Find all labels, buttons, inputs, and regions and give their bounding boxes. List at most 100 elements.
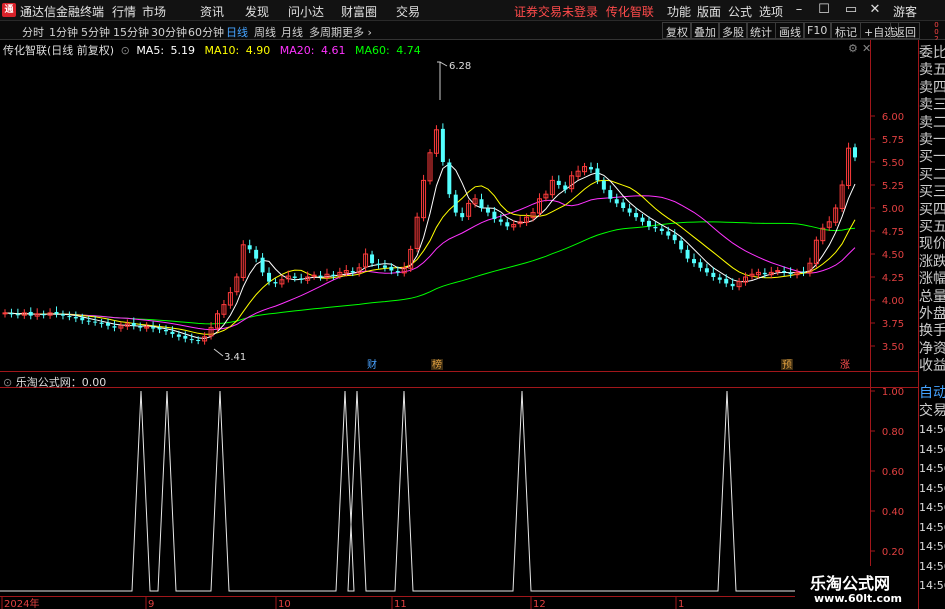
ma20-line: [4, 195, 856, 331]
candle-body: [73, 317, 78, 319]
chart-title: 传化智联(日线 前复权): [3, 44, 115, 57]
price-tick-label: 5.75: [882, 135, 904, 146]
candle-body: [331, 274, 336, 277]
ma20-path: [4, 195, 856, 331]
candle-body: [376, 263, 381, 266]
candle-body: [640, 217, 645, 222]
candle-body: [247, 245, 252, 250]
quote-label: 卖四: [919, 79, 945, 96]
quote-label: 现价: [919, 236, 945, 253]
price-tick-label: 4.50: [882, 250, 904, 261]
candle-body: [788, 272, 793, 275]
ma60-path: [4, 221, 856, 325]
candle-body: [447, 162, 452, 195]
marker-limit-up[interactable]: 涨: [840, 359, 850, 371]
candle-body: [595, 168, 600, 181]
candle-body: [9, 313, 14, 315]
date-tick-label: 1: [678, 599, 684, 609]
candle-body: [498, 219, 503, 222]
price-tick-label: 4.25: [882, 273, 904, 284]
candle-body: [634, 213, 639, 218]
candle-body: [653, 226, 658, 229]
candle-body: [54, 311, 59, 314]
candle-body: [267, 272, 272, 282]
candle-body: [395, 271, 400, 273]
quote-label: 卖一: [919, 132, 945, 148]
tick-time: 14:56: [919, 442, 945, 456]
ma-legend: 传化智联(日线 前复权) ⊙ MA5: 5.19 MA10: 4.90 MA20…: [3, 42, 427, 58]
candle-body: [453, 194, 458, 213]
indicator-settings-icon[interactable]: ⊙: [3, 376, 12, 389]
candle-body: [151, 327, 156, 329]
candle-body: [621, 202, 626, 208]
ma60-line: [4, 221, 856, 325]
quote-label: 买五: [919, 219, 945, 235]
candle-body: [782, 271, 787, 273]
candle-body: [556, 180, 561, 185]
candle-body: [440, 128, 445, 162]
candle-body: [666, 231, 671, 236]
tick-time: 14:56: [919, 423, 945, 436]
ma20-legend: MA20: 4.61: [279, 44, 346, 57]
watermark-url: www.60lt.com: [814, 592, 903, 605]
ma10-path: [4, 179, 856, 335]
indicator-tick-label: 0.80: [882, 427, 904, 438]
quote-label: 卖二: [919, 114, 945, 131]
chart-close-icon[interactable]: ✕: [862, 42, 871, 55]
quote-label: 委比: [919, 45, 945, 61]
candle-body: [627, 208, 632, 213]
settings-circle-icon[interactable]: ⊙: [121, 44, 130, 57]
quote-label: 卖三: [919, 97, 945, 114]
quote-label: 总量: [919, 288, 945, 305]
candle-body: [505, 222, 510, 227]
quote-label: 外盘: [919, 306, 945, 322]
high-marker-arrow: [439, 61, 448, 67]
candle-body: [60, 314, 65, 316]
price-tick-label: 3.75: [882, 319, 904, 330]
candle-body: [370, 254, 375, 264]
candle-body: [183, 335, 188, 339]
candle-body: [15, 314, 20, 316]
auto-trade-button[interactable]: 自动: [919, 385, 945, 401]
price-tick-label: 4.75: [882, 227, 904, 238]
date-tick-label: 11: [394, 599, 407, 609]
date-tick-label: 2024年: [4, 597, 39, 609]
tick-time: 14:56: [919, 501, 945, 514]
marker-financial[interactable]: 财: [367, 358, 377, 371]
candle-body: [608, 190, 613, 199]
candle-body: [80, 317, 85, 321]
kline-chart[interactable]: 6.00 5.75 5.50 5.25 5.00 4.75 4.50 4.25 4.00 3.75…: [0, 0, 945, 609]
price-tick-label: 6.00: [882, 112, 904, 123]
candle-body: [138, 326, 143, 328]
marker-forecast[interactable]: 预: [782, 359, 792, 371]
chart-settings-icon[interactable]: ⚙: [848, 42, 858, 55]
marker-billboard[interactable]: 榜: [432, 358, 442, 371]
low-label: 3.41: [224, 352, 246, 363]
trade-label: 交易: [919, 403, 945, 419]
date-tick-label: 10: [278, 599, 291, 609]
ma60-legend: MA60: 4.74: [354, 44, 421, 57]
quote-label: 涨跌: [919, 253, 945, 270]
candle-body: [563, 185, 568, 190]
candle-body: [479, 199, 484, 208]
candle-body: [646, 220, 651, 227]
candle-body: [588, 167, 593, 170]
candle-body: [112, 326, 117, 328]
candle-body: [292, 276, 297, 278]
candle-body: [692, 259, 697, 264]
candle-body: [254, 249, 259, 259]
candlesticks: [2, 123, 857, 345]
price-tick-label: 5.25: [882, 181, 904, 192]
candle-body: [176, 334, 181, 337]
low-marker-arrow: [213, 348, 224, 357]
candle-body: [724, 278, 729, 284]
candle-body: [2, 312, 8, 315]
candle-body: [698, 262, 703, 268]
watermark-name: 乐淘公式网: [810, 574, 891, 593]
candle-body: [730, 283, 735, 287]
candle-body: [711, 272, 716, 277]
candle-body: [41, 314, 46, 316]
indicator-spikes: [0, 390, 870, 592]
candle-body: [485, 208, 490, 213]
quote-label: 买四: [919, 201, 945, 218]
